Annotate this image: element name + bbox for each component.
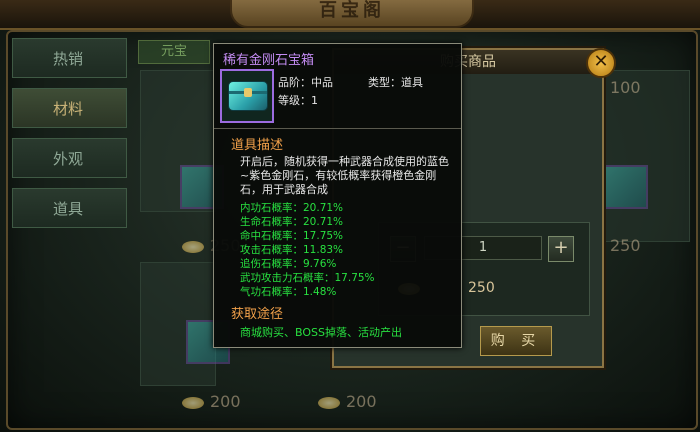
rate-item: 攻击石概率：11.83% (240, 244, 344, 256)
rate-item: 武功攻击力石概率：17.75% (240, 272, 375, 284)
increase-quantity-button[interactable]: + (548, 236, 574, 262)
tab-yuanbao[interactable]: 元宝 (138, 40, 210, 64)
page-title: 百宝阁 (230, 0, 474, 28)
price-value: 200 (346, 392, 377, 411)
price-value: 100 (610, 78, 641, 97)
price-label: 250 (610, 236, 641, 255)
sidebar-item-hot[interactable]: 热销 (12, 38, 127, 78)
price-label: 200 (182, 392, 241, 411)
sidebar-item-materials[interactable]: 材料 (12, 88, 127, 128)
rate-list: 内功石概率：20.71% 生命石概率：20.71% 命中石概率：17.75% 攻… (240, 201, 375, 299)
coin-icon (318, 396, 340, 409)
total-price: 250 (468, 280, 495, 296)
sidebar-item-appearance[interactable]: 外观 (12, 138, 127, 178)
coin-icon (182, 396, 204, 409)
rate-item: 内功石概率：20.71% (240, 202, 344, 214)
chest-icon (228, 81, 268, 111)
item-level: 等级：1 (278, 94, 318, 107)
item-icon (604, 165, 648, 209)
item-name: 稀有金刚石宝箱 (223, 53, 315, 68)
rate-item: 命中石概率：17.75% (240, 230, 344, 242)
item-icon (220, 69, 274, 123)
sidebar-item-label: 外观 (53, 150, 84, 168)
coin-icon (182, 240, 204, 253)
source-text: 商城购买、BOSS掉落、活动产出 (240, 326, 402, 339)
sidebar-item-label: 材料 (53, 100, 84, 118)
rate-item: 气功石概率：1.48% (240, 286, 337, 298)
item-tooltip: 稀有金刚石宝箱 品阶：中品 类型：道具 等级：1 道具描述 开启后，随机获得一种… (213, 43, 462, 348)
item-type: 类型：道具 (368, 76, 423, 89)
divider (214, 128, 461, 129)
item-grade: 品阶：中品 (278, 76, 333, 89)
price-value: 200 (210, 392, 241, 411)
close-button[interactable]: ✕ (586, 48, 616, 78)
description-heading: 道具描述 (231, 138, 284, 153)
price-value: 250 (610, 236, 641, 255)
sidebar-item-label: 道具 (53, 200, 84, 218)
rate-item: 生命石概率：20.71% (240, 216, 344, 228)
sidebar-item-items[interactable]: 道具 (12, 188, 127, 228)
buy-button[interactable]: 购 买 (480, 326, 552, 356)
sidebar-item-label: 热销 (53, 50, 84, 68)
item-description: 开启后，随机获得一种武器合成使用的蓝色~紫色金刚石，有较低概率获得橙色金刚石，用… (240, 155, 449, 196)
rate-item: 追伤石概率：9.76% (240, 258, 337, 270)
price-label: 200 (318, 392, 377, 411)
source-heading: 获取途径 (231, 307, 284, 322)
sidebar: 热销 材料 外观 道具 (12, 38, 127, 238)
price-label: 100 (610, 78, 641, 97)
